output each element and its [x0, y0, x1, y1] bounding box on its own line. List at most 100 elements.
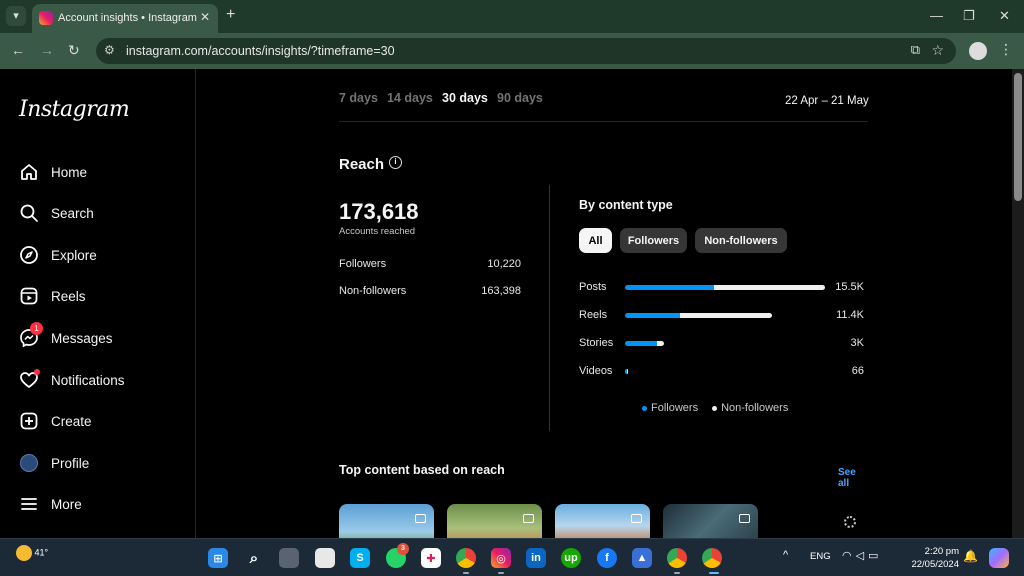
sidebar-item-reels[interactable]: Reels — [18, 281, 188, 311]
sidebar-item-search[interactable]: Search — [18, 198, 188, 228]
chart-legend: Followers Non-followers — [642, 402, 788, 414]
clock[interactable]: 2:20 pm 22/05/2024 — [905, 545, 959, 571]
top-content-thumbnail[interactable] — [447, 504, 542, 538]
upwork-icon[interactable]: up — [561, 548, 581, 568]
timeframe-14-days[interactable]: 14 days — [387, 91, 433, 105]
slack-icon[interactable]: ✚ — [421, 548, 441, 568]
see-all-link[interactable]: See all — [838, 467, 869, 489]
top-content-thumbnail[interactable] — [555, 504, 650, 538]
filter-non-followers[interactable]: Non-followers — [695, 228, 787, 253]
sidebar-item-label: Search — [51, 205, 94, 221]
top-content-thumbnail[interactable] — [339, 504, 434, 538]
sidebar-item-more[interactable]: More — [18, 489, 188, 519]
scrollbar-thumb[interactable] — [1014, 73, 1022, 201]
chrome-profile-icon[interactable] — [702, 548, 722, 568]
minimize-button[interactable]: — — [930, 8, 943, 23]
address-bar-row: ← → ↻ ⚙ instagram.com/accounts/insights/… — [0, 33, 1024, 69]
info-icon[interactable]: i — [389, 156, 402, 169]
vertical-divider — [549, 185, 550, 431]
url-text: instagram.com/accounts/insights/?timefra… — [126, 44, 395, 58]
legend-item: Non-followers — [712, 402, 788, 414]
site-info-icon[interactable]: ⚙ — [104, 43, 115, 57]
show-hidden-icons[interactable]: ^ — [783, 549, 788, 561]
whatsapp-icon[interactable]: 3 — [386, 543, 409, 568]
weather-widget[interactable]: 41° — [16, 545, 48, 561]
search-icon[interactable]: ⌕ — [244, 548, 264, 568]
sidebar-item-home[interactable]: Home — [18, 157, 188, 187]
insights-main: 7 days 14 days 30 days 90 days 22 Apr – … — [339, 69, 869, 538]
forward-button[interactable]: → — [40, 42, 54, 58]
browser-tab[interactable]: Account insights • Instagram ✕ — [32, 4, 218, 33]
bar-label-reels: Reels — [579, 309, 608, 321]
date-range: 22 Apr – 21 May — [785, 95, 869, 107]
legend-label: Non-followers — [721, 402, 789, 414]
filter-followers[interactable]: Followers — [620, 228, 687, 253]
timeframe-90-days[interactable]: 90 days — [497, 91, 543, 105]
sidebar-item-label: Home — [51, 164, 88, 180]
legend-label: Followers — [651, 402, 699, 414]
reach-title: Reach — [339, 156, 385, 173]
new-tab-button[interactable]: + — [226, 6, 235, 24]
url-field[interactable]: ⚙ instagram.com/accounts/insights/?timef… — [96, 38, 956, 64]
chrome-icon[interactable] — [456, 548, 476, 568]
non-followers-value: 163,398 — [481, 285, 521, 297]
sidebar-item-create[interactable]: Create — [18, 406, 188, 436]
install-app-icon[interactable]: ⧉ — [911, 42, 920, 58]
profile-avatar-icon[interactable] — [969, 42, 987, 60]
maximize-button[interactable]: ❐ — [963, 8, 975, 24]
tab-close-icon[interactable]: ✕ — [200, 10, 210, 24]
filter-all[interactable]: All — [579, 228, 612, 253]
system-tray-icons[interactable]: ◠◁▭ — [842, 549, 882, 562]
instagram-icon[interactable]: ◎ — [491, 548, 511, 568]
bar-value-label: 11.4K — [836, 309, 864, 321]
task-view-icon[interactable] — [279, 548, 299, 568]
notification-bell-icon[interactable]: 🔔 — [963, 549, 978, 563]
reels-icon — [18, 285, 40, 307]
app-icon[interactable]: ▲ — [632, 548, 652, 568]
bar-label-posts: Posts — [579, 281, 607, 293]
compass-icon — [18, 244, 40, 266]
reload-button[interactable]: ↻ — [68, 42, 80, 59]
bookmark-star-icon[interactable]: ☆ — [931, 42, 944, 59]
instagram-favicon-icon — [39, 11, 53, 25]
skype-icon[interactable]: S — [350, 548, 370, 568]
timeframe-7-days[interactable]: 7 days — [339, 91, 378, 105]
time: 2:20 pm — [924, 546, 959, 557]
tab-search-button[interactable]: ▾ — [6, 6, 26, 26]
language-indicator[interactable]: ENG — [810, 551, 831, 562]
bar-segment-non-followers — [657, 341, 664, 346]
top-content-thumbnail[interactable] — [663, 504, 758, 538]
sidebar-item-profile[interactable]: Profile — [18, 448, 188, 478]
copilot-icon[interactable] — [989, 548, 1009, 568]
non-followers-label: Non-followers — [339, 285, 407, 297]
chrome-profile-icon[interactable] — [667, 548, 687, 568]
linkedin-icon[interactable]: in — [526, 548, 546, 568]
sidebar: Instagram Home Search Explore Reels 1 Me… — [0, 69, 196, 538]
timeframe-30-days[interactable]: 30 days — [442, 91, 488, 105]
sidebar-item-explore[interactable]: Explore — [18, 240, 188, 270]
weather-sun-icon — [16, 545, 32, 561]
bar-label-stories: Stories — [579, 337, 614, 349]
sidebar-item-label: More — [51, 496, 82, 512]
sidebar-item-label: Reels — [51, 288, 86, 304]
instagram-logo[interactable]: Instagram — [19, 97, 130, 122]
sidebar-item-notifications[interactable]: Notifications — [18, 365, 188, 395]
page-scrollbar[interactable] — [1012, 69, 1024, 538]
sidebar-item-messages[interactable]: 1 Messages — [18, 322, 188, 353]
browser-menu-icon[interactable]: ⋮ — [999, 41, 1013, 58]
carousel-icon — [523, 514, 534, 523]
start-windows-icon[interactable]: ⊞ — [208, 548, 228, 568]
bar-segment-followers — [625, 341, 658, 346]
browser-tab-bar: ▾ Account insights • Instagram ✕ + — ❐ ✕ — [0, 0, 1024, 33]
file-icon[interactable] — [315, 548, 335, 568]
back-button[interactable]: ← — [11, 42, 25, 58]
facebook-icon[interactable]: f — [597, 548, 617, 568]
by-content-type-title: By content type — [579, 198, 673, 212]
bar-segment-followers — [625, 313, 681, 318]
whatsapp-badge: 3 — [397, 543, 409, 555]
window-close-button[interactable]: ✕ — [999, 8, 1010, 24]
tab-title: Account insights • Instagram — [58, 12, 197, 24]
bar-value-label: 3K — [850, 337, 864, 349]
running-indicator — [498, 572, 504, 574]
plus-square-icon — [18, 410, 40, 432]
